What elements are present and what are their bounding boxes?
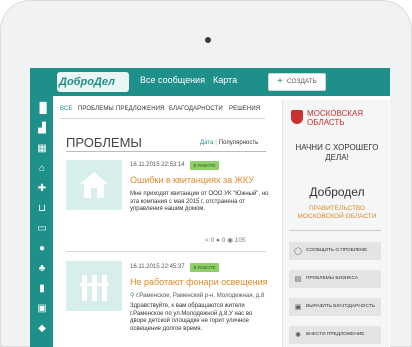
button-label: ПРОБЛЕМЫ БИЗНЕСА xyxy=(306,276,359,281)
create-label: СОЗДАТЬ xyxy=(286,78,317,85)
card-date: 16.11.2015 22:53:14 xyxy=(130,162,185,168)
chat-icon: ◯ xyxy=(294,248,302,255)
status-badge: В РАБОТЕ xyxy=(190,161,219,170)
card-meta: < 0 ● 0 ◉ 105 xyxy=(205,236,246,244)
comment-icon[interactable]: ● xyxy=(216,237,220,244)
card-title[interactable]: Ошибки в квитанциях за ЖКУ xyxy=(130,175,254,185)
sort-by-popularity[interactable]: Популярность xyxy=(219,140,258,146)
card-text: Мне приходят квитанции от ООО УК "Южный"… xyxy=(130,191,269,212)
tab-all[interactable]: ВСЕ xyxy=(60,106,72,112)
nav-map[interactable]: Карта xyxy=(213,75,237,85)
building-icon[interactable]: ▦ xyxy=(36,144,48,154)
share-icon[interactable]: < xyxy=(205,237,209,244)
create-button[interactable]: + СОЗДАТЬ xyxy=(268,73,326,91)
gift-icon: ▣ xyxy=(294,304,302,311)
eye-icon: ◉ xyxy=(227,237,233,244)
trash-icon[interactable]: ▮ xyxy=(36,284,48,294)
location-pin-icon: ⚲ xyxy=(130,293,135,299)
section-title: ПРОБЛЕМЫ xyxy=(66,135,142,150)
card-divider xyxy=(66,251,266,252)
tab-problems[interactable]: ПРОБЛЕМЫ xyxy=(78,106,114,112)
button-label: ВНЕСТИ ПРЕДЛОЖЕНИЕ xyxy=(306,332,365,337)
book-icon[interactable]: ▭ xyxy=(36,224,48,234)
house-icon xyxy=(80,172,108,198)
section-divider xyxy=(66,151,266,152)
comment-count: 0 xyxy=(221,237,226,244)
tab-suggestions[interactable]: ПРЕДЛОЖЕНИЯ xyxy=(116,106,164,112)
government-label: ПРАВИТЕЛЬСТВО МОСКОВСКОЙ ОБЛАСТИ xyxy=(297,205,377,220)
region-name: МОСКОВСКАЯ ОБЛАСТЬ xyxy=(307,109,364,127)
tablet-frame: ДоброДел Все сообщения Карта + СОЗДАТЬ ▐▌… xyxy=(0,0,412,347)
express-thanks-button[interactable]: ▣ ВЫРАЗИТЬ БЛАГОДАРНОСТЬ xyxy=(289,298,381,316)
button-label: ВЫРАЗИТЬ БЛАГОДАРНОСТЬ xyxy=(306,304,375,309)
tab-solutions[interactable]: РЕШЕНИЯ xyxy=(229,106,260,112)
brand-name: Добродел xyxy=(309,185,365,199)
coat-of-arms-icon xyxy=(291,110,303,124)
view-count: 105 xyxy=(234,237,246,244)
sort-controls: Дата | Популярность xyxy=(200,140,259,146)
panel-divider xyxy=(289,230,381,231)
button-label: СООБЩИТЬ О ПРОБЛЕМЕ xyxy=(306,248,368,253)
briefcase-icon: ▤ xyxy=(294,276,302,283)
hospital-icon[interactable]: ✚ xyxy=(36,184,48,194)
status-badge: В РАБОТЕ xyxy=(190,263,219,272)
location-text[interactable]: г.Раменское, Раменский р-н, Молодежная, … xyxy=(136,293,264,299)
app-screen: ДоброДел Все сообщения Карта + СОЗДАТЬ ▐▌… xyxy=(30,68,390,347)
chart-icon[interactable]: ▟ xyxy=(36,124,48,134)
card-thumbnail[interactable] xyxy=(66,160,122,210)
greeting-text: НАЧНИ С ХОРОШЕГО ДЕЛА! xyxy=(295,143,379,162)
tab-thanks[interactable]: БЛАГОДАРНОСТИ xyxy=(169,106,223,112)
bus-icon[interactable]: ▣ xyxy=(36,304,48,314)
make-suggestion-button[interactable]: ✺ ВНЕСТИ ПРЕДЛОЖЕНИЕ xyxy=(289,326,381,344)
report-problem-button[interactable]: ◯ СООБЩИТЬ О ПРОБЛЕМЕ xyxy=(289,242,381,260)
card-title[interactable]: Не работают фонари освещения xyxy=(130,277,267,287)
map-pin-icon[interactable]: ● xyxy=(36,244,48,254)
cart-icon[interactable]: ⊔ xyxy=(36,204,48,214)
right-panel: МОСКОВСКАЯ ОБЛАСТЬ НАЧНИ С ХОРОШЕГО ДЕЛА… xyxy=(282,100,389,347)
card-location: ⚲ г.Раменское, Раменский р-н, Молодежная… xyxy=(130,292,264,299)
brush-icon[interactable]: ◆ xyxy=(36,324,48,334)
top-bar: ДоброДел Все сообщения Карта + СОЗДАТЬ xyxy=(30,68,390,96)
plus-icon: + xyxy=(277,76,283,87)
tabs-divider xyxy=(60,118,265,119)
share-count: 0 xyxy=(210,237,215,244)
left-sidebar: ▐▌ ▟ ▦ ⌂ ✚ ⊔ ▭ ● ♣ ▮ ▣ ◆ xyxy=(30,96,53,347)
logo[interactable]: ДоброДел xyxy=(57,72,129,92)
camera-icon xyxy=(205,37,211,43)
card-date: 16.11.2015 22:45:37 xyxy=(130,264,185,270)
home-icon[interactable]: ⌂ xyxy=(36,164,48,174)
sort-by-date[interactable]: Дата xyxy=(200,140,213,146)
lightbulb-icon: ✺ xyxy=(295,332,301,339)
filter-tabs: ВСЕ ПРОБЛЕМЫ ПРЕДЛОЖЕНИЯ БЛАГОДАРНОСТИ Р… xyxy=(60,103,265,117)
card-thumbnail[interactable] xyxy=(66,261,122,311)
business-problems-button[interactable]: ▤ ПРОБЛЕМЫ БИЗНЕСА xyxy=(289,270,381,288)
fence-icon xyxy=(80,275,109,301)
card-text: Здравствуйте, к вам обращаются жители г.… xyxy=(130,303,253,332)
city-icon[interactable]: ▐▌ xyxy=(36,104,50,114)
nav-all-messages[interactable]: Все сообщения xyxy=(140,75,205,85)
tree-icon[interactable]: ♣ xyxy=(36,264,48,274)
